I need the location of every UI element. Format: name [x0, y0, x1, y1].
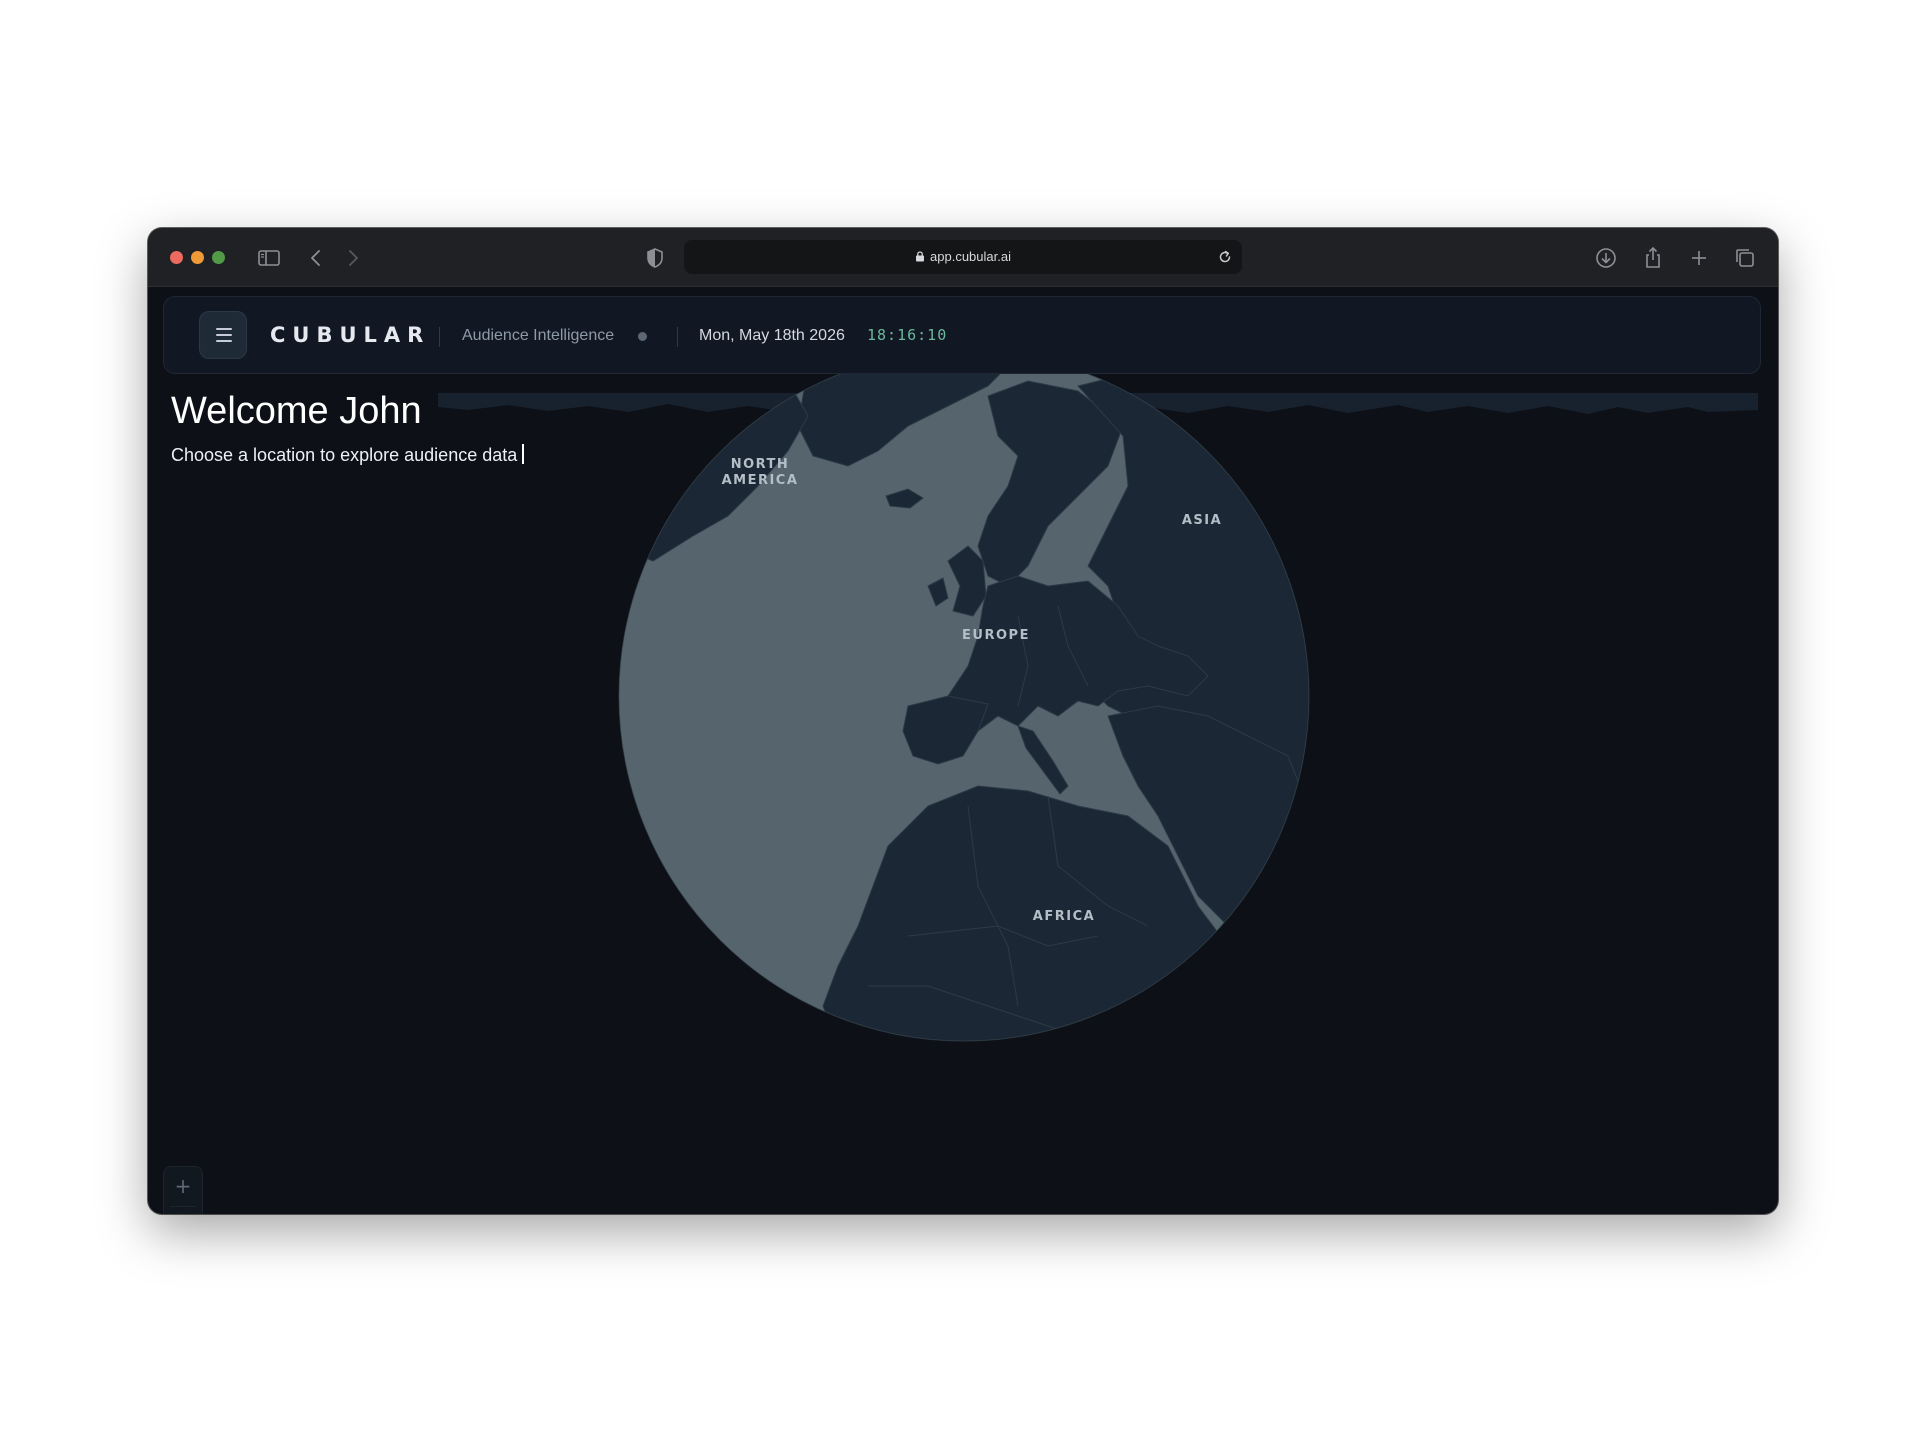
zoom-out-button[interactable]: – — [164, 1207, 202, 1214]
zoom-window-button[interactable] — [212, 251, 225, 264]
browser-toolbar: app.cubular.ai — [148, 228, 1778, 287]
app-subtitle: Audience Intelligence — [462, 327, 615, 344]
current-time: 18:16:10 — [867, 326, 948, 344]
download-icon[interactable] — [1593, 245, 1619, 271]
label-africa[interactable]: AFRICA — [1033, 909, 1095, 924]
land-madagascar — [1240, 1046, 1263, 1096]
brand-logo[interactable]: CUBULAR — [270, 323, 430, 347]
app-header: CUBULAR Audience Intelligence Mon, May 1… — [163, 296, 1761, 374]
menu-button[interactable] — [199, 311, 247, 359]
close-window-button[interactable] — [170, 251, 183, 264]
zoom-in-button[interactable]: + — [164, 1167, 202, 1205]
shield-icon[interactable] — [642, 245, 668, 271]
label-asia[interactable]: ASIA — [1182, 513, 1222, 528]
share-icon[interactable] — [1640, 245, 1666, 271]
tabs-overview-icon[interactable] — [1732, 245, 1758, 271]
browser-window: app.cubular.ai NORTH AMERICA ASIA EUROPE… — [148, 228, 1778, 1214]
header-divider — [439, 327, 440, 347]
map-zoom-controls: + – — [163, 1166, 203, 1214]
back-icon[interactable] — [303, 245, 329, 271]
label-north-america-line2[interactable]: AMERICA — [722, 473, 799, 488]
current-date: Mon, May 18th 2026 — [699, 327, 845, 344]
label-north-america-line1[interactable]: NORTH — [731, 457, 790, 472]
status-indicator — [638, 332, 647, 341]
minimize-window-button[interactable] — [191, 251, 204, 264]
lock-icon — [916, 251, 925, 262]
menu-icon — [216, 328, 232, 330]
sidebar-icon[interactable] — [256, 245, 282, 271]
address-bar[interactable]: app.cubular.ai — [684, 240, 1242, 274]
reload-icon[interactable] — [1216, 248, 1234, 266]
url-text: app.cubular.ai — [930, 249, 1011, 264]
text-cursor — [522, 444, 525, 464]
forward-icon[interactable] — [340, 245, 366, 271]
header-divider — [677, 327, 678, 347]
welcome-subtitle: Choose a location to explore audience da… — [171, 444, 525, 466]
welcome-title: Welcome John — [171, 390, 422, 432]
label-europe[interactable]: EUROPE — [962, 628, 1030, 643]
new-tab-icon[interactable] — [1686, 245, 1712, 271]
welcome-subtitle-text: Choose a location to explore audience da… — [171, 445, 518, 465]
